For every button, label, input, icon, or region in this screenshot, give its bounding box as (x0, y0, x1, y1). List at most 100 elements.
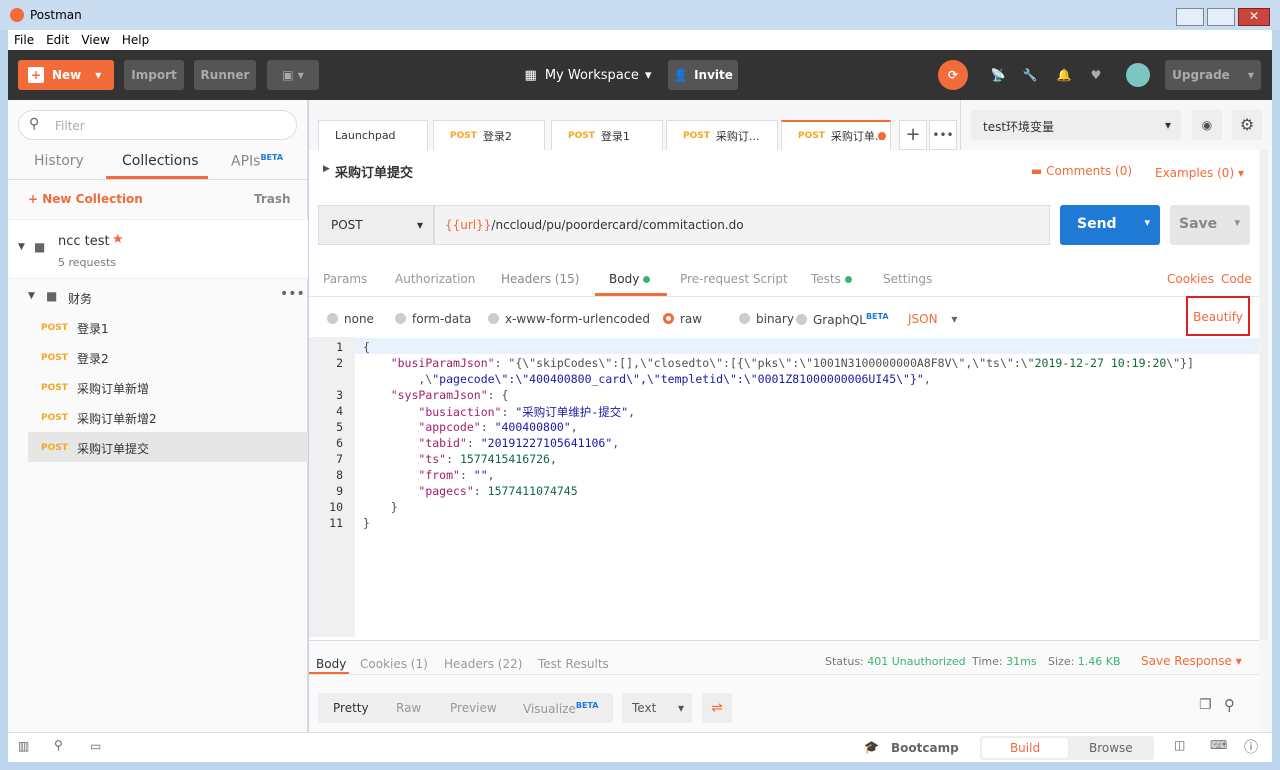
tab-label: 登录1 (600, 129, 630, 143)
examples-button[interactable]: Examples (0) ▾ (1155, 166, 1244, 180)
response-view-option[interactable]: VisualizeBETA (523, 701, 598, 716)
request-name[interactable]: 采购订单提交 (335, 162, 413, 181)
body-mode-radio[interactable]: binary (739, 312, 794, 326)
method-select[interactable]: POST ▾ (318, 205, 434, 245)
code-editor[interactable]: 1 {2 "busiParamJson": "{\"skipCodes\":[],… (309, 337, 1259, 637)
beautify-button[interactable]: Beautify (1186, 296, 1250, 336)
copy-icon[interactable]: ❐ (1199, 697, 1212, 713)
request-tab[interactable]: Launchpad (318, 120, 428, 150)
radio-icon (739, 313, 750, 324)
request-subtab[interactable]: Pre-request Script (680, 272, 788, 286)
response-tab[interactable]: Body (316, 657, 346, 671)
star-icon[interactable]: ★ (112, 232, 124, 247)
request-subtab[interactable]: Body (609, 272, 651, 286)
body-mode-radio[interactable]: GraphQLBETA (796, 312, 889, 327)
request-name: 采购订单新增2 (77, 412, 157, 426)
environment-selector[interactable]: test环境变量 ▾ (971, 110, 1181, 140)
more-icon[interactable]: ••• (280, 286, 305, 302)
bell-icon[interactable]: 🔔 (1054, 60, 1074, 90)
response-view-option[interactable]: Raw (396, 701, 421, 715)
menu-edit[interactable]: Edit (46, 33, 69, 47)
request-subtab[interactable]: Tests (811, 272, 852, 286)
build-toggle[interactable]: Build (982, 738, 1068, 758)
menu-view[interactable]: View (81, 33, 109, 47)
line-number: 1 (336, 340, 343, 354)
import-button[interactable]: Import (124, 60, 184, 90)
keyboard-icon[interactable]: ⌨ (1210, 738, 1227, 752)
save-response-button[interactable]: Save Response ▾ (1141, 654, 1242, 668)
menu-help[interactable]: Help (122, 33, 149, 47)
close-button[interactable]: ✕ (1238, 8, 1270, 26)
tab-apis[interactable]: APIsBETA (231, 153, 283, 170)
response-tab[interactable]: Test Results (538, 657, 609, 671)
trash-button[interactable]: Trash (254, 192, 291, 206)
new-button[interactable]: + New ▾ (18, 60, 114, 90)
request-subtab[interactable]: Settings (883, 272, 932, 286)
request-subtab[interactable]: Params (323, 272, 367, 286)
format-select[interactable]: JSON ▾ (908, 312, 957, 326)
menu-file[interactable]: File (14, 33, 34, 47)
body-mode-radio[interactable]: none (327, 312, 374, 326)
sidebar-request-item[interactable]: POST 登录2 (28, 342, 308, 372)
sidebar-toggle-icon[interactable]: ▥ (18, 739, 29, 753)
url-input[interactable]: {{url}}/nccloud/pu/poordercard/commitact… (434, 205, 1050, 245)
minimize-button[interactable] (1176, 8, 1204, 26)
gear-icon[interactable]: ⚙ (1232, 110, 1262, 140)
response-type-select[interactable]: Text ▾ (622, 693, 692, 723)
collection-ncc-test[interactable]: ▼ ■ ncc test ★ 5 requests (8, 219, 308, 279)
satellite-icon[interactable]: 📡 (988, 60, 1008, 90)
line-number: 8 (336, 468, 343, 482)
two-pane-icon[interactable]: ◫ (1174, 738, 1185, 752)
search-icon[interactable]: ⚲ (1224, 696, 1235, 714)
new-window-button[interactable]: ▣ ▾ (267, 60, 319, 90)
request-tab[interactable]: POST 采购订单... (781, 120, 891, 150)
browse-toggle[interactable]: Browse (1089, 741, 1133, 755)
scrollbar[interactable] (1260, 150, 1268, 640)
workspace-selector[interactable]: ▦ My Workspace ▾ (516, 60, 660, 90)
cookies-link[interactable]: Cookies (1167, 272, 1214, 286)
request-tab[interactable]: POST 采购订... (666, 120, 778, 150)
chevron-down-icon: ▾ (1247, 68, 1254, 82)
request-tab[interactable]: POST 登录1 (551, 120, 663, 150)
upgrade-button[interactable]: Upgrade ▾ (1165, 60, 1261, 90)
code-link[interactable]: Code (1221, 272, 1252, 286)
response-tab[interactable]: Cookies (1) (360, 657, 428, 671)
sidebar-request-item[interactable]: POST 采购订单新增 (28, 372, 308, 402)
response-tab[interactable]: Headers (22) (444, 657, 522, 671)
tab-history[interactable]: History (34, 153, 84, 169)
folder-finance[interactable]: ▼ ■ 财务 ••• (8, 284, 308, 310)
new-collection-button[interactable]: + New Collection (28, 192, 143, 206)
request-subtab[interactable]: Authorization (395, 272, 475, 286)
sidebar-request-item[interactable]: POST 采购订单新增2 (28, 402, 308, 432)
console-icon[interactable]: ▭ (90, 739, 101, 753)
request-subtab[interactable]: Headers (15) (501, 272, 579, 286)
comments-button[interactable]: ▬ Comments (0) (1031, 164, 1132, 178)
tab-collections[interactable]: Collections (122, 153, 199, 169)
request-tab[interactable]: POST 登录2 (433, 120, 545, 150)
send-button[interactable]: Send ▾ (1060, 205, 1160, 245)
heart-icon[interactable]: ♥ (1086, 60, 1106, 90)
wrench-icon[interactable]: 🔧 (1020, 60, 1040, 90)
body-mode-radio[interactable]: form-data (395, 312, 471, 326)
filter-input[interactable]: ⚲ Filter (18, 110, 297, 140)
eye-icon[interactable]: ◉ (1192, 110, 1222, 140)
help-icon[interactable]: ⓘ (1244, 737, 1258, 757)
response-view-option[interactable]: Pretty (333, 701, 369, 715)
maximize-button[interactable] (1207, 8, 1235, 26)
body-mode-radio[interactable]: raw (663, 312, 702, 326)
new-tab-button[interactable]: + (899, 120, 927, 150)
tab-options-icon[interactable]: ••• (929, 120, 957, 150)
caret-right-icon[interactable]: ▶ (323, 164, 330, 174)
runner-button[interactable]: Runner (194, 60, 256, 90)
save-button[interactable]: Save ▾ (1170, 205, 1250, 245)
sidebar-request-item[interactable]: POST 登录1 (28, 312, 308, 342)
sidebar-request-item[interactable]: POST 采购订单提交 (28, 432, 308, 462)
sync-icon[interactable]: ⟳ (938, 60, 968, 90)
body-mode-radio[interactable]: x-www-form-urlencoded (488, 312, 650, 326)
find-icon[interactable]: ⚲ (54, 738, 63, 752)
avatar[interactable] (1126, 63, 1150, 87)
bootcamp-button[interactable]: Bootcamp (891, 741, 959, 755)
wrap-lines-icon[interactable]: ⇌ (702, 693, 732, 723)
response-view-option[interactable]: Preview (450, 701, 497, 715)
invite-button[interactable]: 👤 Invite (668, 60, 738, 90)
